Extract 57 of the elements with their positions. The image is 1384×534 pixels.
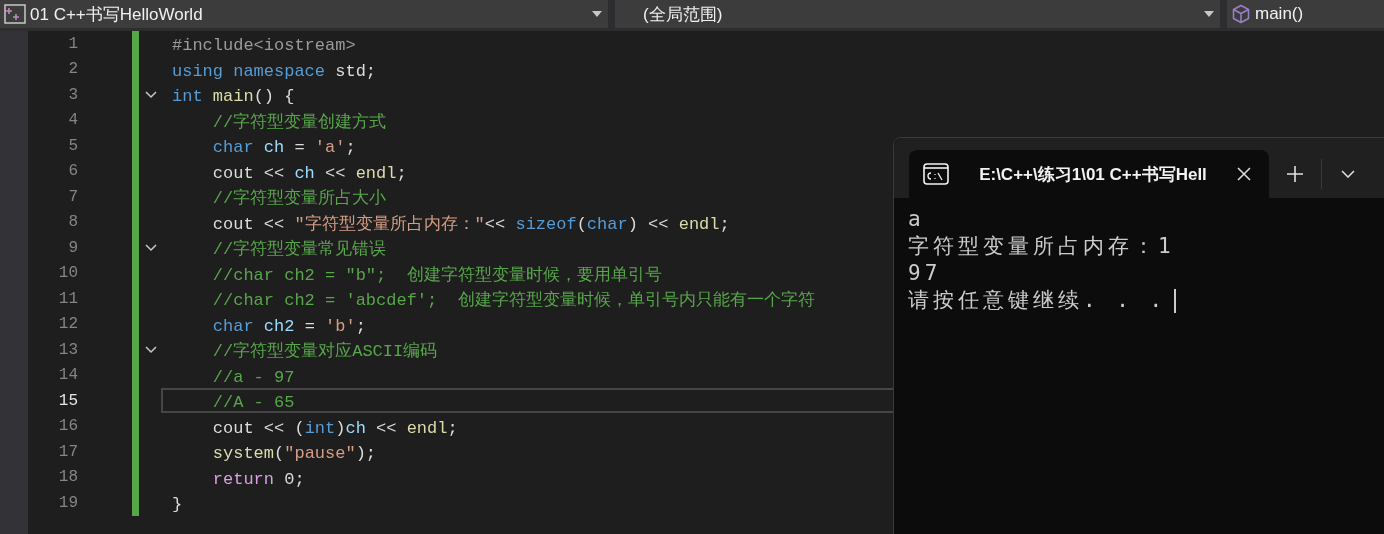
line-number: 17 (57, 442, 78, 461)
plus-icon (1287, 166, 1303, 182)
line-number: 4 (67, 111, 78, 130)
output-line: 字符型变量所占内存：1 (908, 233, 1175, 260)
project-icon (4, 4, 26, 24)
line-number: 9 (67, 238, 78, 257)
code-line: char ch = 'a'; (211, 137, 357, 159)
collapse-icon[interactable] (145, 345, 157, 354)
collapse-icon[interactable] (145, 90, 157, 99)
code-line: //字符型变量常见错误 (211, 238, 388, 261)
line-number: 5 (67, 136, 78, 155)
code-line: #include<iostream> (171, 35, 357, 57)
line-number: 7 (67, 187, 78, 206)
terminal-tab[interactable]: E:\C++\练习1\01 C++书写Hell (909, 150, 1269, 198)
cube-icon (1231, 4, 1251, 24)
output-line: a (908, 206, 925, 233)
text-cursor (1174, 288, 1177, 313)
line-number: 10 (57, 264, 78, 283)
code-line: //char ch2 = 'abcdef'; 创建字符型变量时候，单引号内只能有一个字符 (211, 289, 816, 312)
output-line: 请按任意键继续. . . (908, 287, 1167, 314)
code-line: //字符型变量创建方式 (211, 111, 388, 133)
code-line: } (171, 494, 184, 516)
collapse-icon[interactable] (145, 243, 157, 252)
chevron-icon (1341, 170, 1355, 178)
code-line: char ch2 = 'b'; (211, 315, 367, 337)
line-number: 19 (57, 493, 78, 512)
close-icon[interactable] (1237, 167, 1251, 181)
code-line: cout << "字符型变量所占内存："<< sizeof(char) << endl; (211, 213, 731, 235)
code-line: system("pause"); (211, 443, 378, 465)
code-line: return 0; (211, 468, 306, 490)
code-line: cout << (int)ch << endl; (211, 417, 459, 439)
line-number: 11 (57, 289, 78, 308)
line-number: 18 (57, 468, 78, 487)
code-line: cout << ch << endl; (211, 162, 408, 184)
scope-dropdown[interactable]: (全局范围) (615, 0, 1220, 28)
line-number: 12 (57, 315, 78, 334)
terminal-icon (923, 163, 949, 185)
output-line: 97 (908, 260, 942, 287)
code-line: //char ch2 = "b"; 创建字符型变量时候，要用单引号 (211, 264, 663, 286)
code-line: using namespace std; (171, 60, 378, 82)
member-dropdown[interactable]: main() (1227, 0, 1384, 28)
line-number: 3 (67, 85, 78, 104)
line-number: 14 (57, 366, 78, 385)
code-line: //字符型变量对应ASCII编码 (211, 340, 439, 363)
line-number: 2 (67, 60, 78, 79)
caret-icon (592, 11, 602, 17)
line-number: 15 (57, 391, 78, 410)
caret-icon (1204, 11, 1214, 17)
line-number: 13 (57, 340, 78, 359)
line-number: 1 (67, 34, 78, 53)
line-number: 8 (67, 213, 78, 232)
code-line: //字符型变量所占大小 (211, 187, 388, 210)
code-line: //a - 97 (211, 366, 296, 388)
project-dropdown[interactable]: 01 C++书写HelloWorld (0, 0, 608, 28)
line-number: 16 (57, 417, 78, 436)
line-number: 6 (67, 162, 78, 181)
code-line: int main() { (171, 86, 296, 108)
